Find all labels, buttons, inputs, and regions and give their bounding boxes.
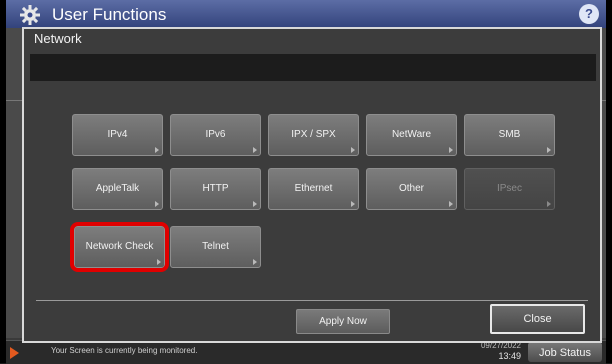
submenu-arrow-icon [155, 147, 159, 153]
ethernet-button[interactable]: Ethernet [268, 168, 359, 210]
ipv6-button[interactable]: IPv6 [170, 114, 261, 156]
dialog-title: Network [34, 31, 82, 46]
gear-icon [20, 5, 40, 25]
ipx-spx-button[interactable]: IPX / SPX [268, 114, 359, 156]
submenu-arrow-icon [253, 201, 257, 207]
button-label: AppleTalk [95, 183, 140, 194]
submenu-arrow-icon [449, 147, 453, 153]
button-label: Network Check [85, 241, 154, 252]
button-label: IPv4 [107, 129, 128, 140]
submenu-arrow-icon [449, 201, 453, 207]
submenu-arrow-icon [351, 147, 355, 153]
network-dialog: Network IPv4 IPv6 IPX / SPX NetWare SMB … [22, 27, 602, 343]
submenu-arrow-icon [547, 147, 551, 153]
submenu-arrow-icon [253, 147, 257, 153]
app-title: User Functions [52, 5, 167, 24]
status-time: 13:49 [498, 351, 521, 361]
network-check-button[interactable]: Network Check [74, 226, 165, 268]
ipv4-button[interactable]: IPv4 [72, 114, 163, 156]
close-button[interactable]: Close [490, 304, 585, 334]
button-label: Other [398, 183, 424, 194]
other-button[interactable]: Other [366, 168, 457, 210]
status-message: Your Screen is currently being monitored… [51, 346, 198, 355]
smb-button[interactable]: SMB [464, 114, 555, 156]
help-icon[interactable]: ? [579, 4, 599, 24]
message-bar [30, 54, 596, 81]
button-label: Ethernet [294, 183, 333, 194]
button-label: Telnet [202, 241, 229, 252]
button-label: NetWare [391, 129, 432, 140]
ipsec-button: IPsec [464, 168, 555, 210]
submenu-arrow-icon [351, 201, 355, 207]
submenu-arrow-icon [253, 259, 257, 265]
status-arrow-icon[interactable] [10, 347, 19, 359]
job-status-button[interactable]: Job Status [528, 342, 602, 362]
button-label: IPX / SPX [291, 129, 336, 140]
button-label: IPv6 [205, 129, 226, 140]
appletalk-button[interactable]: AppleTalk [72, 168, 163, 210]
device-frame: User Functions ? Your Screen is currentl… [0, 0, 612, 364]
submenu-arrow-icon [157, 259, 161, 265]
submenu-arrow-icon [547, 201, 551, 207]
button-label: SMB [498, 129, 521, 140]
telnet-button[interactable]: Telnet [170, 226, 261, 268]
footer-divider [36, 300, 588, 301]
apply-now-button[interactable]: Apply Now [296, 309, 390, 334]
status-bar: Your Screen is currently being monitored… [6, 340, 606, 364]
app-title-bar: User Functions ? [6, 0, 606, 28]
button-label: IPsec [496, 183, 522, 194]
button-label: HTTP [202, 183, 229, 194]
submenu-arrow-icon [155, 201, 159, 207]
http-button[interactable]: HTTP [170, 168, 261, 210]
netware-button[interactable]: NetWare [366, 114, 457, 156]
